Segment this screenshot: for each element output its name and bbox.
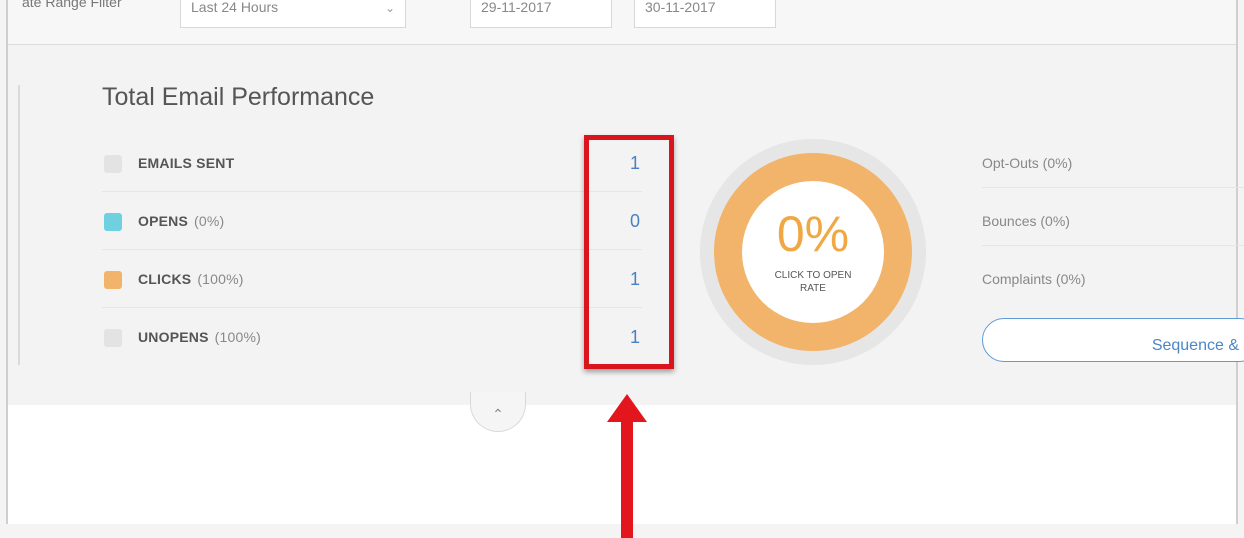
metric-swatch (104, 271, 122, 289)
annotation-highlight-box (584, 135, 674, 369)
end-date-input[interactable]: 30-11-2017 (634, 0, 776, 28)
sequence-button[interactable]: Sequence & (982, 318, 1244, 362)
date-range-select[interactable]: Last 24 Hours ⌄ (180, 0, 406, 28)
opt-outs-stat: Opt-Outs (0%) (982, 155, 1244, 188)
date-range-filter-bar: ate Range Filter Last 24 Hours ⌄ 29-11-2… (8, 0, 1236, 45)
metric-label: OPENS (0%) (138, 213, 225, 229)
donut-percent: 0% (776, 206, 850, 262)
date-range-select-value: Last 24 Hours (191, 0, 279, 15)
metric-row-clicks: CLICKS (100%) 1 (102, 252, 642, 308)
chevron-down-icon: ⌄ (384, 1, 395, 15)
metric-swatch (104, 213, 122, 231)
metric-label: UNOPENS (100%) (138, 329, 261, 345)
chevron-up-icon: ⌃ (492, 406, 504, 422)
annotation-arrow-shaft (621, 418, 633, 538)
date-range-filter-label: ate Range Filter (22, 0, 122, 10)
start-date-input[interactable]: 29-11-2017 (470, 0, 612, 28)
donut-label: CLICK TO OPEN RATE (774, 270, 852, 294)
panel-divider (18, 85, 20, 365)
bounces-stat: Bounces (0%) (982, 213, 1244, 246)
metric-swatch (104, 155, 122, 173)
metric-row-opens: OPENS (0%) 0 (102, 194, 642, 250)
metric-swatch (104, 329, 122, 347)
donut-ring: 0% CLICK TO OPEN RATE (714, 153, 912, 351)
metric-label: EMAILS SENT (138, 155, 235, 171)
metric-row-emails-sent: EMAILS SENT 1 (102, 136, 642, 192)
donut-center: 0% CLICK TO OPEN RATE (742, 181, 884, 323)
metric-row-unopens: UNOPENS (100%) 1 (102, 310, 642, 366)
click-to-open-rate-donut: 0% CLICK TO OPEN RATE (700, 139, 926, 365)
panel-title: Total Email Performance (102, 83, 375, 111)
complaints-stat: Complaints (0%) (982, 271, 1086, 287)
metric-label: CLICKS (100%) (138, 271, 244, 287)
